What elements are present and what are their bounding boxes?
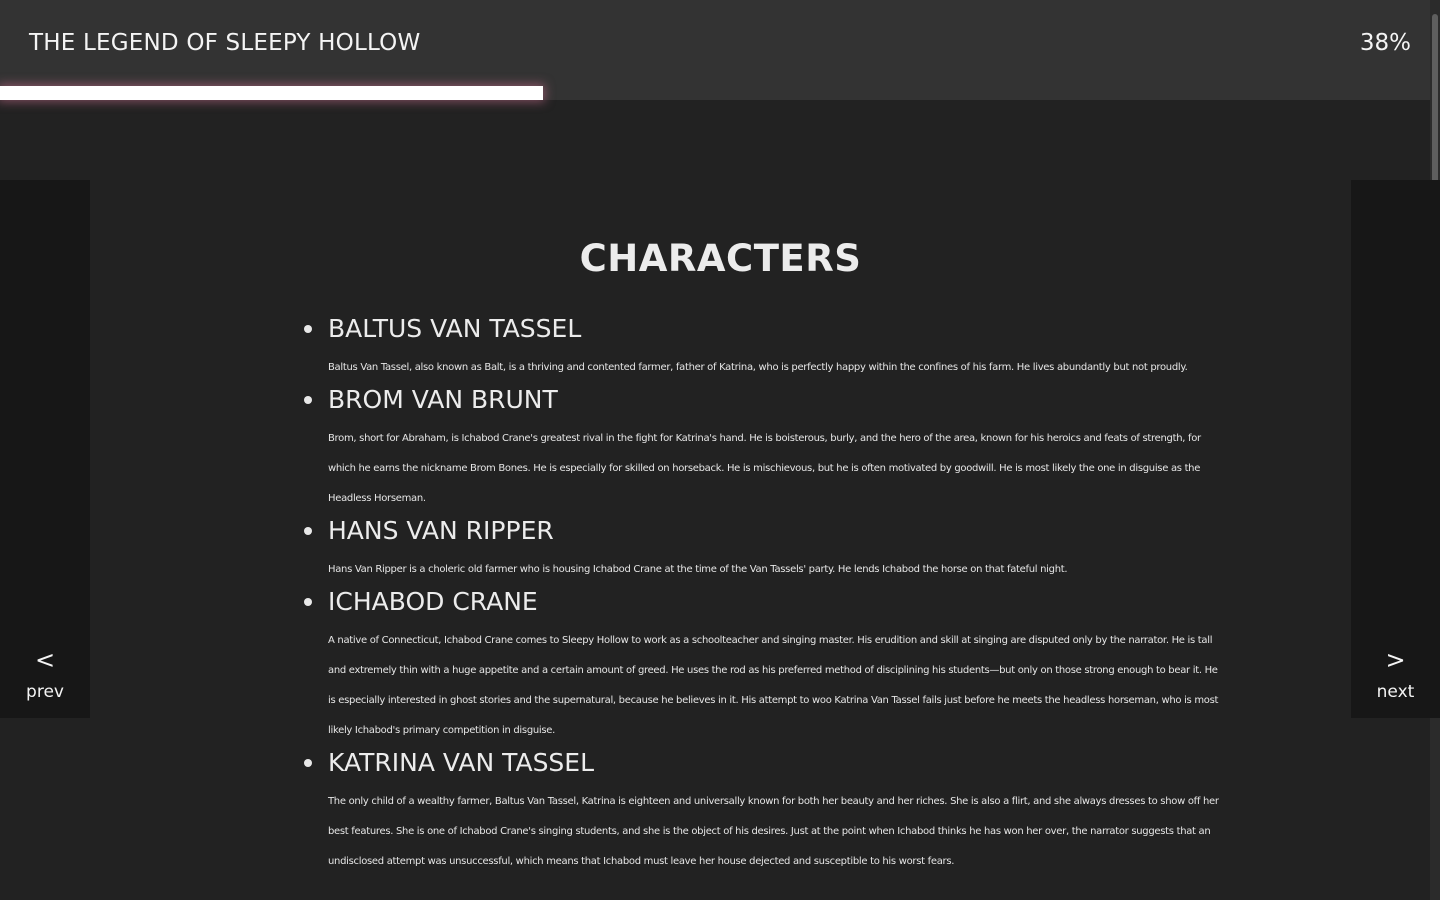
character-item: KATRINA VAN TASSEL The only child of a w… bbox=[300, 746, 1220, 877]
character-name: ICHABOD CRANE bbox=[328, 587, 538, 616]
character-list: BALTUS VAN TASSEL Baltus Van Tassel, als… bbox=[300, 312, 1220, 877]
character-description: Brom, short for Abraham, is Ichabod Cran… bbox=[328, 433, 1201, 504]
character-item: BROM VAN BRUNT Brom, short for Abraham, … bbox=[300, 383, 1220, 514]
progress-percent: 38% bbox=[1359, 30, 1411, 56]
bullet-icon bbox=[304, 527, 312, 535]
chevron-left-icon: < bbox=[34, 646, 56, 674]
bullet-icon bbox=[304, 598, 312, 606]
prev-label: prev bbox=[26, 682, 64, 702]
bullet-icon bbox=[304, 325, 312, 333]
progress-bar bbox=[0, 86, 1430, 100]
next-page-button[interactable]: > next bbox=[1351, 180, 1440, 718]
prev-page-button[interactable]: < prev bbox=[0, 180, 90, 718]
character-name: HANS VAN RIPPER bbox=[328, 516, 554, 545]
character-name: KATRINA VAN TASSEL bbox=[328, 748, 595, 777]
character-description: A native of Connecticut, Ichabod Crane c… bbox=[328, 635, 1219, 736]
character-item: HANS VAN RIPPER Hans Van Ripper is a cho… bbox=[300, 514, 1220, 585]
bullet-icon bbox=[304, 759, 312, 767]
chapter-heading: CHARACTERS bbox=[579, 237, 862, 280]
reader-header: THE LEGEND OF SLEEPY HOLLOW 38% bbox=[0, 0, 1430, 100]
character-name: BROM VAN BRUNT bbox=[328, 385, 558, 414]
character-name: BALTUS VAN TASSEL bbox=[328, 314, 582, 343]
character-item: BALTUS VAN TASSEL Baltus Van Tassel, als… bbox=[300, 312, 1220, 383]
character-description: Baltus Van Tassel, also known as Balt, i… bbox=[328, 362, 1188, 373]
book-title: THE LEGEND OF SLEEPY HOLLOW bbox=[29, 30, 421, 56]
next-label: next bbox=[1376, 682, 1415, 702]
character-description: The only child of a wealthy farmer, Balt… bbox=[328, 796, 1219, 867]
progress-bar-fill bbox=[0, 86, 544, 100]
character-item: ICHABOD CRANE A native of Connecticut, I… bbox=[300, 585, 1220, 746]
bullet-icon bbox=[304, 396, 312, 404]
chevron-right-icon: > bbox=[1385, 646, 1406, 674]
character-description: Hans Van Ripper is a choleric old farmer… bbox=[328, 564, 1068, 575]
